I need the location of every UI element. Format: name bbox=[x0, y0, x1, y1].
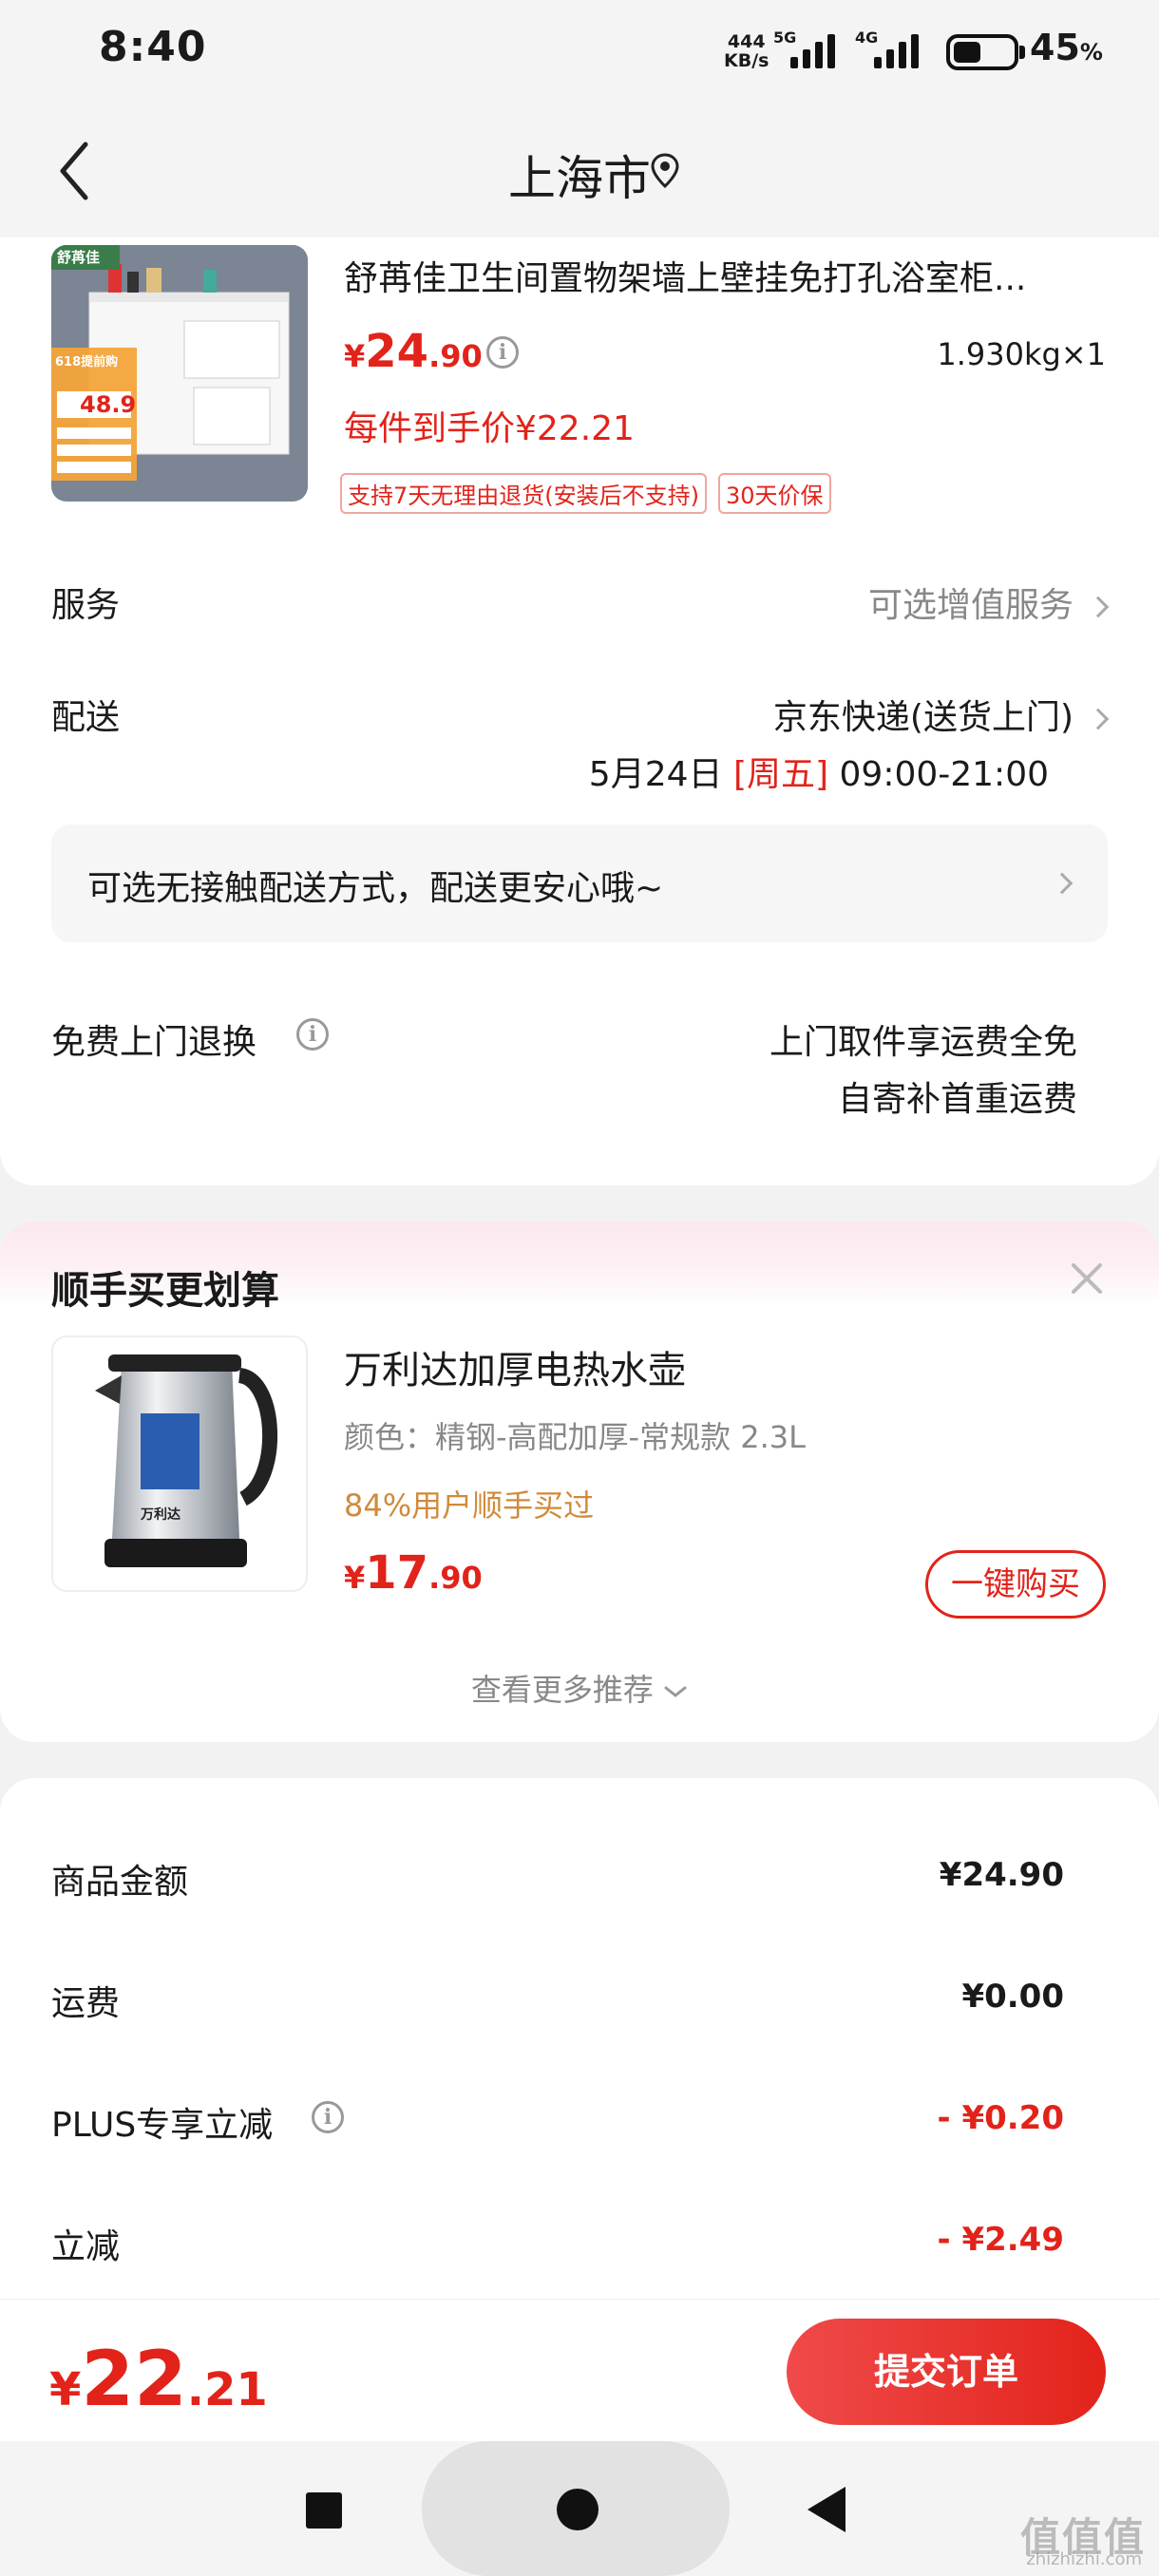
summary-label-shipping: 运费 bbox=[51, 1984, 121, 2023]
recents-icon[interactable] bbox=[306, 2492, 342, 2529]
image-price-text: 48.9 bbox=[80, 391, 137, 418]
order-total: ¥22.21 bbox=[49, 2335, 268, 2423]
contactless-delivery-option[interactable]: 可选无接触配送方式，配送更安心哦~ bbox=[51, 824, 1108, 942]
contactless-text: 可选无接触配送方式，配送更安心哦~ bbox=[87, 869, 664, 908]
submit-order-button[interactable]: 提交订单 bbox=[787, 2319, 1106, 2425]
summary-value-shipping: ¥0.00 bbox=[961, 1978, 1064, 2016]
addon-recommend-card: 顺手买更划算 万利达 万利达加厚电热水壶 颜色：精钢-高配加厚-常规款 2.3L… bbox=[0, 1222, 1159, 1742]
summary-value-plus-discount: - ¥0.20 bbox=[937, 2099, 1065, 2137]
battery-percent: 45% bbox=[1030, 27, 1103, 68]
shelf-illustration bbox=[51, 245, 308, 502]
delivery-method-link[interactable]: 京东快递(送货上门) bbox=[773, 690, 1110, 739]
product-weight-qty: 1.930kg×1 bbox=[937, 336, 1106, 372]
image-brand-text: 舒苒佳 bbox=[57, 249, 101, 266]
close-icon[interactable] bbox=[1068, 1260, 1106, 1297]
network-speed: 444 KB/s bbox=[724, 32, 769, 70]
page-title[interactable]: 上海市 bbox=[0, 141, 1159, 209]
summary-value-instant-discount: - ¥2.49 bbox=[937, 2221, 1065, 2259]
price-summary-card: 商品金额 ¥24.90 运费 ¥0.00 PLUS专享立减 i - ¥0.20 … bbox=[0, 1778, 1159, 2310]
checkout-bar: ¥22.21 提交订单 bbox=[0, 2299, 1159, 2441]
addon-item-stat: 84%用户顺手买过 bbox=[344, 1487, 595, 1524]
info-icon[interactable]: i bbox=[296, 1018, 329, 1051]
kettle-illustration bbox=[95, 1354, 277, 1567]
image-badge-text: 618提前购 bbox=[55, 355, 119, 369]
delivery-date[interactable]: 5月24日 [周五] 09:00-21:00 bbox=[589, 747, 1049, 796]
info-icon[interactable]: i bbox=[486, 336, 519, 369]
status-time: 8:40 bbox=[99, 23, 207, 71]
location-pin-icon[interactable] bbox=[648, 152, 682, 190]
addon-item-title[interactable]: 万利达加厚电热水壶 bbox=[344, 1339, 686, 1394]
addon-item-spec[interactable]: 颜色：精钢-高配加厚-常规款 2.3L bbox=[344, 1413, 806, 1457]
summary-label-plus-discount: PLUS专享立减 bbox=[51, 2106, 274, 2145]
see-more-recommendations-link[interactable]: 查看更多推荐 bbox=[0, 1666, 1159, 1710]
chevron-right-icon bbox=[1051, 872, 1074, 895]
signal-icon bbox=[790, 34, 835, 68]
kettle-image[interactable]: 万利达 bbox=[51, 1335, 308, 1592]
summary-label-instant-discount: 立减 bbox=[51, 2227, 121, 2266]
delivery-label: 配送 bbox=[51, 698, 121, 737]
product-tags: 支持7天无理由退货(安装后不支持) 30天价保 bbox=[340, 473, 831, 514]
product-price: ¥24.90 bbox=[344, 325, 483, 378]
free-return-line1: 上门取件享运费全免 bbox=[769, 1023, 1077, 1062]
signal-icon-2 bbox=[874, 34, 919, 68]
free-return-label: 免费上门退换 bbox=[51, 1023, 257, 1062]
nav-bar: 上海市 bbox=[0, 104, 1159, 237]
service-label: 服务 bbox=[51, 586, 121, 625]
kettle-brand-text: 万利达 bbox=[141, 1507, 180, 1523]
battery-tip bbox=[1019, 46, 1025, 59]
home-icon[interactable] bbox=[557, 2489, 598, 2530]
tag-return-policy: 支持7天无理由退货(安装后不支持) bbox=[340, 473, 707, 514]
info-icon[interactable]: i bbox=[312, 2101, 344, 2133]
free-return-line2: 自寄补首重运费 bbox=[837, 1080, 1077, 1119]
tag-price-protection: 30天价保 bbox=[718, 473, 831, 514]
one-click-buy-button[interactable]: 一键购买 bbox=[925, 1550, 1106, 1619]
status-bar: 8:40 444 KB/s 5G 4G 45% bbox=[0, 0, 1159, 104]
addon-section-title: 顺手买更划算 bbox=[51, 1269, 279, 1313]
back-triangle-icon[interactable] bbox=[808, 2487, 846, 2532]
service-value-link[interactable]: 可选增值服务 bbox=[868, 578, 1110, 627]
chevron-right-icon bbox=[1087, 708, 1110, 730]
chevron-right-icon bbox=[1087, 596, 1110, 618]
network-speed-value: 444 bbox=[727, 31, 766, 52]
final-price: 每件到手价¥22.21 bbox=[344, 409, 635, 448]
system-nav-bar bbox=[0, 2441, 1159, 2576]
addon-item-price: ¥17.90 bbox=[344, 1546, 483, 1600]
delivery-weekday: [周五] bbox=[732, 755, 829, 794]
watermark-url: zhizhizhi.com bbox=[1026, 2549, 1142, 2569]
network-speed-unit: KB/s bbox=[724, 50, 770, 71]
product-image[interactable]: 舒苒佳 618提前购 48.9 bbox=[51, 245, 308, 502]
summary-label-goods: 商品金额 bbox=[51, 1863, 189, 1902]
summary-value-goods: ¥24.90 bbox=[939, 1856, 1064, 1894]
chevron-down-icon bbox=[664, 1686, 687, 1697]
product-title[interactable]: 舒苒佳卫生间置物架墙上壁挂免打孔浴室柜... bbox=[344, 251, 1104, 300]
battery-icon bbox=[946, 34, 1018, 70]
order-item-card: 舒苒佳 618提前购 48.9 舒苒佳卫生间置物架墙上壁挂免打孔浴室柜... ¥… bbox=[0, 237, 1159, 1185]
